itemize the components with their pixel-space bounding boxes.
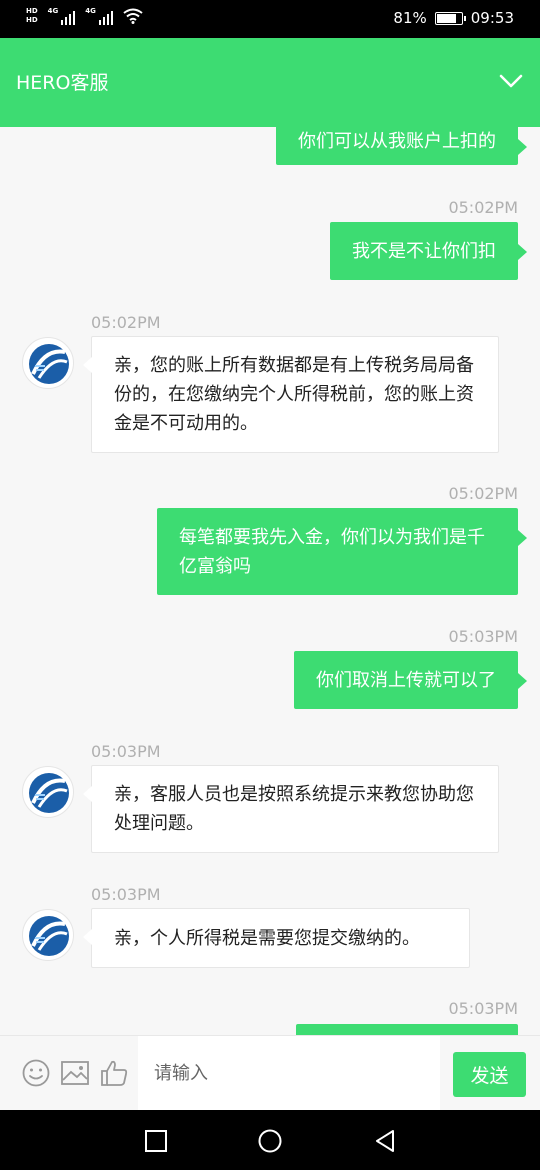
message-input[interactable] bbox=[138, 1036, 440, 1111]
emoji-icon[interactable] bbox=[21, 1058, 51, 1088]
page-title: HERO客服 bbox=[16, 72, 109, 94]
message-text: 亲，您的账上所有数据都是有上传税务局局备份的，在您缴纳完个人所得税前，您的账上资… bbox=[114, 355, 474, 434]
message-text: 亲，个人所得税是需要您提交缴纳的。 bbox=[114, 927, 420, 949]
chat-header: HERO客服 bbox=[0, 38, 540, 127]
message-timestamp: 05:02PM bbox=[448, 198, 518, 217]
message-bubble-outgoing[interactable]: 你们取消上传就可以了 bbox=[294, 651, 527, 709]
signal-icon-2: 4G bbox=[85, 7, 113, 25]
message-timestamp: 05:02PM bbox=[91, 313, 161, 332]
message-timestamp: 05:03PM bbox=[91, 885, 161, 904]
message-bubble-outgoing[interactable]: 每笔都要我先入金，你们以为我们是千亿富翁吗 bbox=[157, 508, 527, 595]
battery-percent: 81% bbox=[393, 9, 427, 27]
hd-label-1: HD bbox=[26, 7, 38, 15]
status-bar: HD HD 4G 4G 81% 09:53 bbox=[0, 0, 540, 38]
signal-icon: 4G bbox=[48, 7, 76, 25]
thumbs-up-icon[interactable] bbox=[99, 1058, 129, 1088]
hd-label-2: HD bbox=[26, 16, 38, 24]
agent-logo-icon bbox=[29, 773, 69, 813]
message-timestamp: 05:03PM bbox=[91, 742, 161, 761]
agent-logo-icon bbox=[29, 916, 69, 956]
message-text: 亲，客服人员也是按照系统提示来教您协助您处理问题。 bbox=[114, 784, 474, 834]
wifi-icon bbox=[123, 8, 143, 24]
message-text: 每笔都要我先入金，你们以为我们是千亿富翁吗 bbox=[179, 526, 485, 577]
battery-icon bbox=[434, 11, 466, 25]
back-icon[interactable] bbox=[372, 1128, 398, 1154]
message-timestamp: 05:03PM bbox=[448, 999, 518, 1018]
chevron-down-icon[interactable] bbox=[498, 68, 524, 94]
message-bubble-incoming[interactable]: 亲，个人所得税是需要您提交缴纳的。 bbox=[83, 908, 470, 968]
message-timestamp: 05:03PM bbox=[448, 627, 518, 646]
message-text: 你们取消上传就可以了 bbox=[316, 669, 496, 691]
hd-indicator: HD HD bbox=[26, 7, 38, 25]
agent-avatar[interactable] bbox=[22, 766, 74, 818]
network-type-1: 4G bbox=[47, 7, 59, 15]
message-timestamp: 05:02PM bbox=[448, 484, 518, 503]
message-bubble-incoming[interactable]: 亲，客服人员也是按照系统提示来教您协助您处理问题。 bbox=[83, 765, 499, 853]
image-icon[interactable] bbox=[60, 1058, 90, 1088]
message-input-container bbox=[138, 1036, 440, 1111]
home-icon[interactable] bbox=[257, 1128, 283, 1154]
clock: 09:53 bbox=[470, 9, 514, 27]
network-type-2: 4G bbox=[85, 7, 96, 15]
recent-apps-icon[interactable] bbox=[143, 1128, 169, 1154]
send-button[interactable]: 发送 bbox=[453, 1052, 526, 1097]
chat-messages[interactable]: 你们可以从我账户上扣的 05:02PM 我不是不让你们扣 05:02PM 亲，您… bbox=[0, 127, 540, 1035]
message-bubble-incoming[interactable]: 亲，您的账上所有数据都是有上传税务局局备份的，在您缴纳完个人所得税前，您的账上资… bbox=[83, 336, 499, 453]
agent-logo-icon bbox=[29, 344, 69, 384]
message-bubble-outgoing[interactable] bbox=[296, 1024, 518, 1035]
message-text: 我不是不让你们扣 bbox=[352, 240, 496, 262]
input-bar: 发送 bbox=[0, 1035, 540, 1111]
message-bubble-outgoing[interactable]: 我不是不让你们扣 bbox=[330, 222, 527, 280]
agent-avatar[interactable] bbox=[22, 909, 74, 961]
message-bubble-outgoing[interactable]: 你们可以从我账户上扣的 bbox=[276, 127, 527, 165]
agent-avatar[interactable] bbox=[22, 337, 74, 389]
system-nav-bar bbox=[0, 1110, 540, 1170]
message-text: 你们可以从我账户上扣的 bbox=[298, 130, 496, 152]
